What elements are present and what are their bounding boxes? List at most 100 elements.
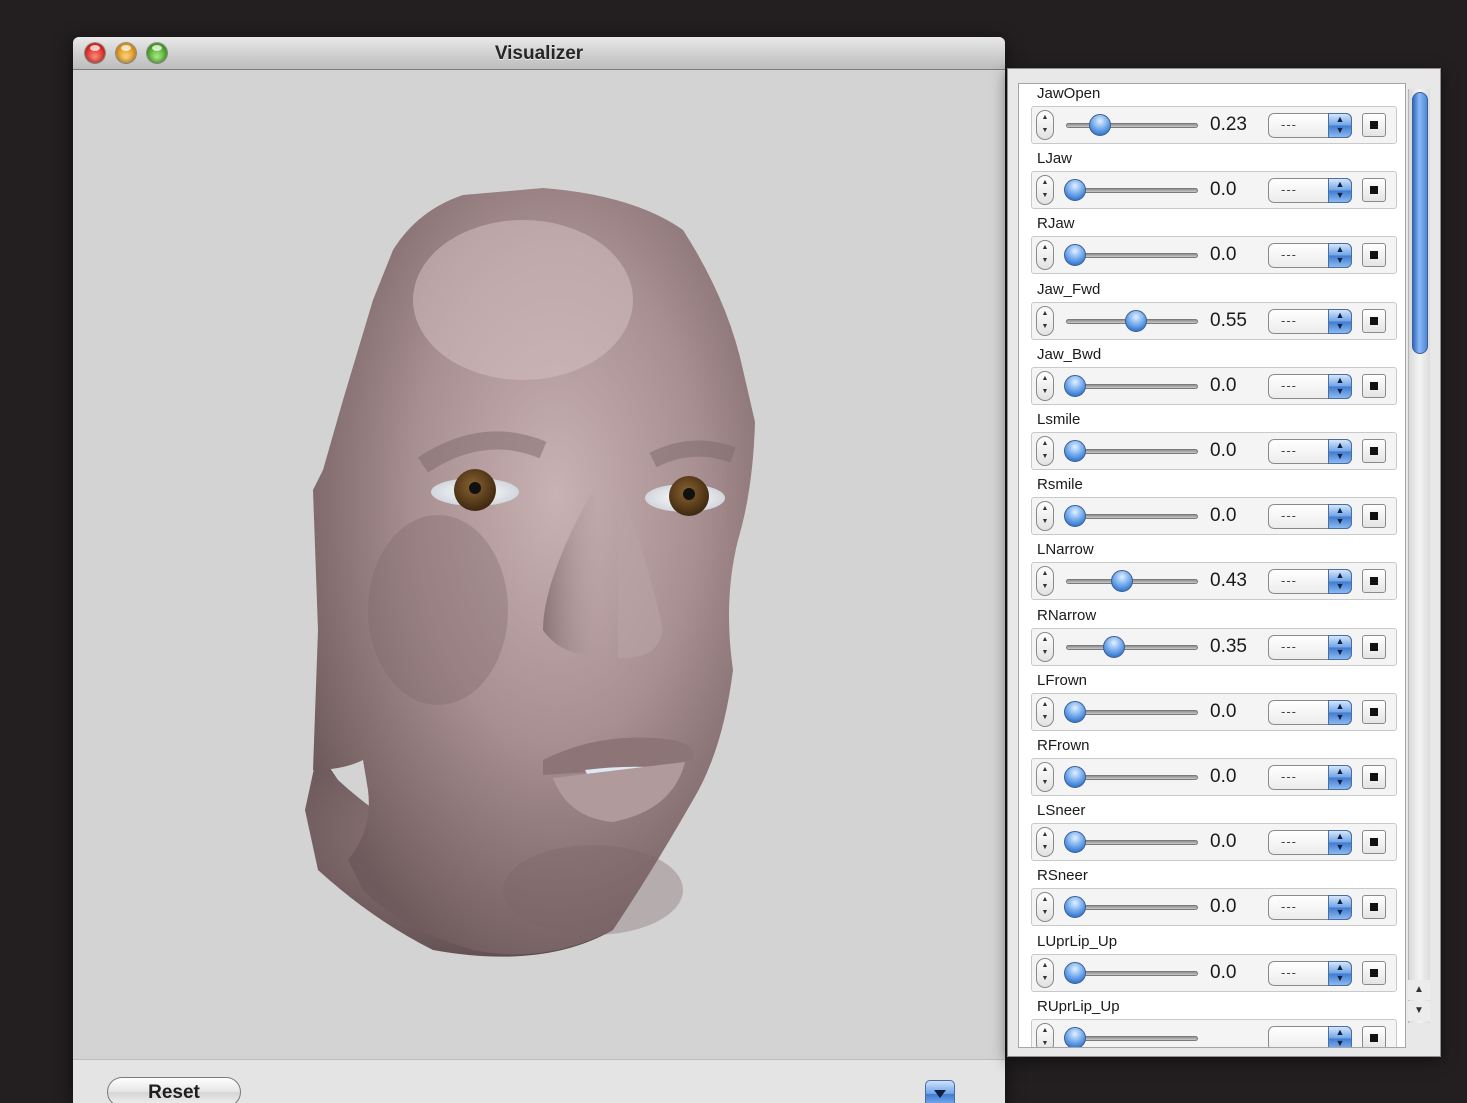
scroll-up-icon[interactable]: ▲ xyxy=(1408,980,1430,1000)
stepper-control[interactable]: ▲ ▼ xyxy=(1036,175,1054,206)
face-model[interactable] xyxy=(73,70,1005,1059)
stepper-control[interactable]: ▲ ▼ xyxy=(1036,370,1054,401)
slider-knob[interactable] xyxy=(1124,309,1147,332)
control-label: LUprLip_Up xyxy=(1037,932,1118,950)
mode-popup[interactable]: ▲ ▼ xyxy=(1268,1025,1352,1047)
control-row: ▲ ▼ 0.55 --- ▲ ▼ xyxy=(1031,301,1397,340)
mode-popup[interactable]: --- ▲ ▼ xyxy=(1268,765,1352,790)
control-row: ▲ ▼ 0.0 --- ▲ ▼ xyxy=(1031,171,1397,210)
mode-popup[interactable]: --- ▲ ▼ xyxy=(1268,373,1352,399)
stop-button[interactable] xyxy=(1362,178,1386,203)
stop-button[interactable] xyxy=(1362,439,1386,463)
stepper-control[interactable]: ▲ ▼ xyxy=(1036,631,1054,662)
mode-popup[interactable]: --- ▲ ▼ xyxy=(1268,308,1352,334)
control-ljaw: LJaw ▲ ▼ 0.0 --- ▲ ▼ xyxy=(1025,149,1399,214)
control-rfrown: RFrown ▲ ▼ 0.0 --- ▲ ▼ xyxy=(1025,736,1399,801)
mode-popup[interactable]: --- ▲ ▼ xyxy=(1268,569,1352,595)
stop-button[interactable] xyxy=(1362,1025,1386,1047)
slider-track[interactable] xyxy=(1066,644,1198,650)
value-readout: 0.55 xyxy=(1210,309,1247,331)
stop-button[interactable] xyxy=(1362,373,1386,398)
stop-button[interactable] xyxy=(1362,113,1386,137)
stop-button[interactable] xyxy=(1362,243,1386,268)
vertical-scrollbar[interactable] xyxy=(1408,89,1430,1023)
stepper-control[interactable]: ▲ ▼ xyxy=(1036,892,1054,923)
stepper-control[interactable]: ▲ ▼ xyxy=(1036,501,1054,532)
slider-knob[interactable] xyxy=(1089,114,1112,136)
stepper-control[interactable]: ▲ ▼ xyxy=(1036,762,1054,792)
control-label: RSneer xyxy=(1037,867,1088,885)
square-icon xyxy=(1370,447,1378,455)
control-label: Rsmile xyxy=(1037,476,1083,494)
slider-knob[interactable] xyxy=(1064,505,1086,528)
mode-popup-value: --- xyxy=(1281,508,1297,524)
updown-arrows-icon: ▲ ▼ xyxy=(1328,1025,1352,1047)
control-row: ▲ ▼ 0.23 --- ▲ ▼ xyxy=(1031,106,1397,144)
3d-viewport[interactable] xyxy=(73,70,1005,1059)
slider-knob[interactable] xyxy=(1064,961,1086,984)
mode-popup[interactable]: --- ▲ ▼ xyxy=(1268,504,1352,530)
stepper-control[interactable]: ▲ ▼ xyxy=(1036,436,1054,466)
stop-button[interactable] xyxy=(1362,308,1386,333)
mode-popup[interactable]: --- ▲ ▼ xyxy=(1268,830,1352,856)
stop-button[interactable] xyxy=(1362,960,1386,985)
stepper-control[interactable]: ▲ ▼ xyxy=(1036,240,1054,271)
stepper-control[interactable]: ▲ ▼ xyxy=(1036,566,1054,597)
stop-button[interactable] xyxy=(1362,569,1386,594)
value-readout: 0.35 xyxy=(1210,635,1247,657)
stepper-control[interactable]: ▲ ▼ xyxy=(1036,827,1054,858)
mode-popup[interactable]: --- ▲ ▼ xyxy=(1268,634,1352,660)
chin-shadow xyxy=(503,845,683,935)
mode-popup[interactable]: --- ▲ ▼ xyxy=(1268,895,1352,921)
slider-knob[interactable] xyxy=(1064,700,1086,723)
controls-list[interactable]: JawOpen ▲ ▼ 0.23 --- ▲ ▼ LJaw ▲ ▼ 0.0 --- ▲ ▼ RJaw ▲ ▼ 0.… xyxy=(1018,83,1406,1048)
mode-popup-value: --- xyxy=(1281,312,1297,328)
value-readout: 0.0 xyxy=(1210,961,1237,983)
slider-knob[interactable] xyxy=(1102,635,1125,658)
stop-button[interactable] xyxy=(1362,765,1386,789)
mode-popup[interactable]: --- ▲ ▼ xyxy=(1268,243,1352,269)
slider-knob[interactable] xyxy=(1064,440,1086,462)
stepper-control[interactable]: ▲ ▼ xyxy=(1036,305,1054,336)
stop-button[interactable] xyxy=(1362,830,1386,855)
stop-button[interactable] xyxy=(1362,504,1386,529)
slider-knob[interactable] xyxy=(1064,896,1086,919)
mode-popup[interactable]: --- ▲ ▼ xyxy=(1268,960,1352,986)
slider-knob[interactable] xyxy=(1064,831,1086,854)
scroll-thumb[interactable] xyxy=(1412,92,1428,354)
scroll-down-icon[interactable]: ▼ xyxy=(1408,1001,1430,1021)
slider-knob[interactable] xyxy=(1064,244,1086,267)
slider-knob[interactable] xyxy=(1064,1026,1086,1047)
blendshape-panel: JawOpen ▲ ▼ 0.23 --- ▲ ▼ LJaw ▲ ▼ 0.0 --- ▲ ▼ RJaw ▲ ▼ 0.… xyxy=(1007,68,1441,1057)
mode-popup-value: --- xyxy=(1281,703,1297,719)
mode-popup[interactable]: --- ▲ ▼ xyxy=(1268,113,1352,138)
title-bar[interactable]: Visualizer xyxy=(73,37,1005,70)
stepper-control[interactable]: ▲ ▼ xyxy=(1036,957,1054,988)
slider-knob[interactable] xyxy=(1064,374,1086,397)
stop-button[interactable] xyxy=(1362,634,1386,659)
stepper-control[interactable]: ▲ ▼ xyxy=(1036,1022,1054,1047)
control-row: ▲ ▼ 0.0 --- ▲ ▼ xyxy=(1031,888,1397,927)
updown-arrows-icon: ▲ ▼ xyxy=(1328,113,1352,138)
slider-knob[interactable] xyxy=(1064,179,1086,202)
mode-popup[interactable]: --- ▲ ▼ xyxy=(1268,699,1352,725)
stepper-control[interactable]: ▲ ▼ xyxy=(1036,110,1054,140)
slider-knob[interactable] xyxy=(1111,570,1134,593)
slider-knob[interactable] xyxy=(1064,766,1086,788)
reset-button[interactable]: Reset xyxy=(107,1077,241,1103)
mode-popup[interactable]: --- ▲ ▼ xyxy=(1268,439,1352,464)
value-readout: 0.0 xyxy=(1210,700,1237,722)
updown-arrows-icon: ▲ ▼ xyxy=(1328,178,1352,204)
control-lfrown: LFrown ▲ ▼ 0.0 --- ▲ ▼ xyxy=(1025,671,1399,736)
stop-button[interactable] xyxy=(1362,699,1386,724)
control-ruprlip-up: RUprLip_Up ▲ ▼ ▲ ▼ xyxy=(1025,997,1399,1047)
control-row: ▲ ▼ 0.35 --- ▲ ▼ xyxy=(1031,627,1397,666)
value-readout: 0.0 xyxy=(1210,374,1237,396)
updown-arrows-icon: ▲ ▼ xyxy=(1328,830,1352,856)
stop-button[interactable] xyxy=(1362,895,1386,920)
stepper-control[interactable]: ▲ ▼ xyxy=(1036,696,1054,727)
mode-popup-value: --- xyxy=(1281,377,1297,393)
slider-track[interactable] xyxy=(1066,123,1198,128)
mode-popup[interactable]: --- ▲ ▼ xyxy=(1268,178,1352,204)
options-menu-button[interactable] xyxy=(925,1080,955,1103)
